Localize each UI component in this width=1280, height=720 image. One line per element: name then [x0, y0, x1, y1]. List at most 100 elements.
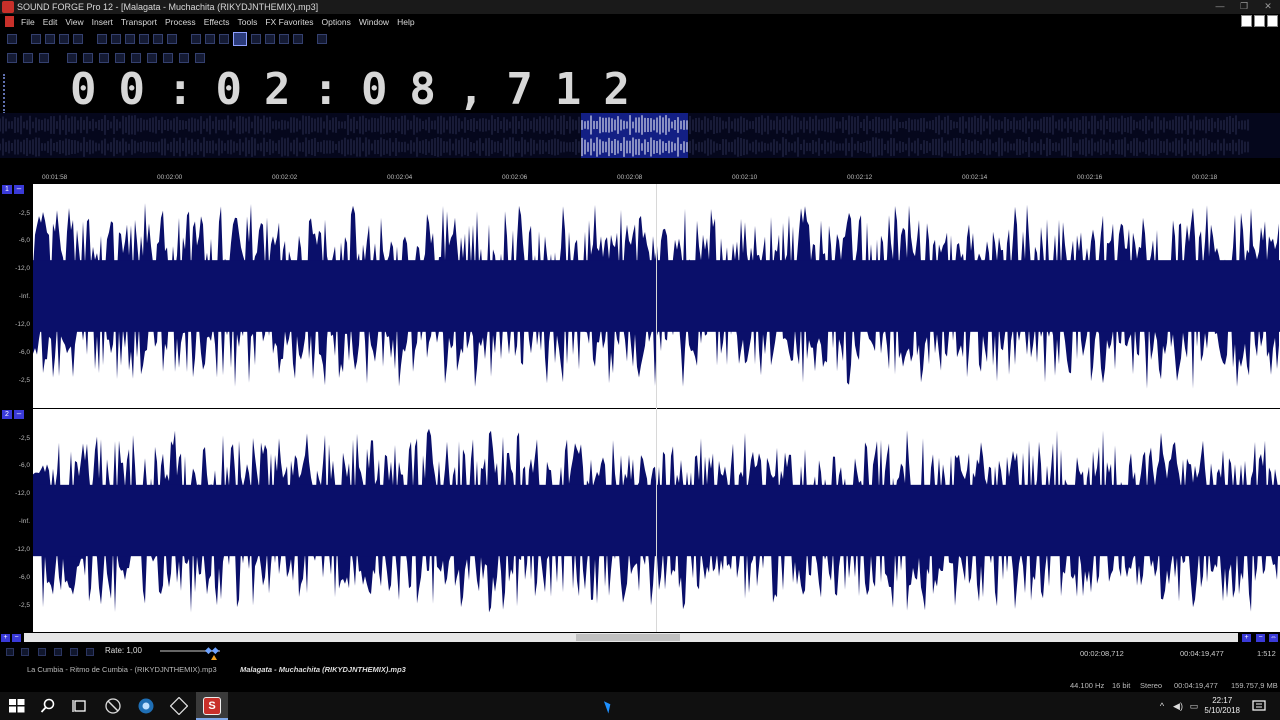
next-icon[interactable] [195, 53, 205, 63]
zoom-in-vertical-button[interactable]: + [1, 634, 10, 642]
envelope-tool-icon[interactable] [279, 34, 289, 44]
zoom-fit-button[interactable]: ⇔ [1269, 634, 1278, 642]
document-tab[interactable]: La Cumbia - Ritmo de Cumbia - (RIKYDJNTH… [27, 665, 217, 674]
loop-icon[interactable] [23, 53, 33, 63]
cut-icon[interactable] [97, 34, 107, 44]
maximize-button[interactable]: ❐ [1232, 0, 1256, 14]
new-file-icon[interactable] [7, 34, 17, 44]
minimize-button[interactable]: — [1208, 0, 1232, 14]
zoom-out-button[interactable]: − [1256, 634, 1265, 642]
menu-options[interactable]: Options [318, 17, 355, 27]
event-tool-icon[interactable] [293, 34, 303, 44]
search-icon[interactable] [39, 697, 57, 715]
menu-view[interactable]: View [61, 17, 87, 27]
copy-icon[interactable] [111, 34, 121, 44]
waveform-area[interactable]: 1 – -2,5 -6,0 -12,0 -Inf. -12,0 -6,0 -2,… [0, 184, 1280, 632]
go-to-end-icon[interactable] [179, 53, 189, 63]
sound-forge-app-icon[interactable] [2, 1, 14, 13]
record-icon[interactable] [6, 648, 14, 656]
db-label: -12,0 [15, 321, 30, 328]
browser-icon[interactable] [137, 697, 155, 715]
open-file-icon[interactable] [31, 34, 41, 44]
doc-minimize-button[interactable] [1241, 15, 1252, 27]
rate-slider-knob[interactable]: ◆◆ [205, 645, 219, 655]
go-to-start-icon[interactable] [38, 648, 46, 656]
stop-icon[interactable] [70, 648, 78, 656]
menu-fx-favorites[interactable]: FX Favorites [261, 17, 317, 27]
windows-start-icon[interactable] [8, 697, 26, 715]
play-icon[interactable] [83, 53, 93, 63]
menu-edit[interactable]: Edit [39, 17, 62, 27]
menu-window[interactable]: Window [355, 17, 393, 27]
doc-close-button[interactable] [1267, 15, 1278, 27]
sample-rate[interactable]: 44.100 Hz [1070, 681, 1104, 690]
save-as-icon[interactable] [59, 34, 69, 44]
tray-chevron-icon[interactable]: ^ [1157, 701, 1167, 711]
notifications-icon[interactable] [1250, 697, 1268, 715]
undo-icon[interactable] [191, 34, 201, 44]
db-label: -12,0 [15, 490, 30, 497]
save-all-icon[interactable] [73, 34, 83, 44]
doc-restore-button[interactable] [1254, 15, 1265, 27]
edit-tool-icon[interactable] [233, 32, 247, 46]
play-normal-icon[interactable] [86, 648, 94, 656]
rewind-icon[interactable] [39, 53, 49, 63]
magnify-tool-icon[interactable] [251, 34, 261, 44]
menu-help[interactable]: Help [393, 17, 418, 27]
mix-icon[interactable] [139, 34, 149, 44]
menu-insert[interactable]: Insert [88, 17, 117, 27]
network-icon[interactable]: ▭ [1189, 701, 1199, 711]
menu-transport[interactable]: Transport [117, 17, 161, 27]
redo-icon[interactable] [205, 34, 215, 44]
fast-forward-icon[interactable] [163, 53, 173, 63]
menu-process[interactable]: Process [161, 17, 200, 27]
settings-app-icon[interactable] [170, 697, 188, 715]
pause-icon[interactable] [99, 53, 109, 63]
rewind-transport-icon[interactable] [147, 53, 157, 63]
horizontal-scrollbar[interactable] [24, 633, 1238, 642]
channel-2-collapse-button[interactable]: – [14, 410, 24, 419]
time-display-grip[interactable] [3, 74, 7, 114]
go-to-start-icon[interactable] [131, 53, 141, 63]
play-icon[interactable] [54, 648, 62, 656]
snap-icon[interactable] [317, 34, 327, 44]
channel-mode[interactable]: Stereo [1140, 681, 1162, 690]
zoom-ratio[interactable]: 1:512 [1257, 649, 1276, 658]
stop-icon[interactable] [115, 53, 125, 63]
volume-icon[interactable]: ◀) [1173, 701, 1183, 711]
menu-tools[interactable]: Tools [234, 17, 262, 27]
scroll-thumb[interactable] [576, 634, 680, 641]
paste-icon[interactable] [125, 34, 135, 44]
record-icon[interactable] [7, 53, 17, 63]
zoom-in-button[interactable]: + [1242, 634, 1251, 642]
time-ruler[interactable]: 00:01:58 00:02:00 00:02:02 00:02:04 00:0… [0, 168, 1280, 183]
standard-toolbar [0, 30, 1280, 48]
menu-file[interactable]: File [17, 17, 39, 27]
channel-2-gutter: 2 – -2,5 -6,0 -12,0 -Inf. -12,0 -6,0 -2,… [0, 409, 33, 632]
sound-forge-taskbar-icon[interactable]: S [203, 697, 221, 715]
close-button[interactable]: ✕ [1256, 0, 1280, 14]
app-tool-icon[interactable] [104, 697, 122, 715]
document-menu-icon[interactable] [5, 16, 14, 27]
menu-effects[interactable]: Effects [200, 17, 234, 27]
bit-depth[interactable]: 16 bit [1112, 681, 1130, 690]
status-length: 00:04:19,477 [1174, 681, 1218, 690]
crop-icon[interactable] [167, 34, 177, 44]
db-label: -Inf. [18, 518, 30, 525]
play-all-icon[interactable] [67, 53, 77, 63]
document-tab-active[interactable]: Malagata - Muchachita (RIKYDJNTHEMIX).mp… [240, 665, 406, 674]
channel-1-collapse-button[interactable]: – [14, 185, 24, 194]
time-display: 00:02:08,712 [70, 64, 652, 115]
loop-icon[interactable] [21, 648, 29, 656]
cursor-position[interactable]: 00:02:08,712 [1080, 649, 1124, 658]
repeat-icon[interactable] [219, 34, 229, 44]
taskbar-clock[interactable]: 22:17 5/10/2018 [1204, 696, 1240, 716]
zoom-out-vertical-button[interactable]: − [12, 634, 21, 642]
channel-2-button[interactable]: 2 [2, 410, 12, 419]
task-view-icon[interactable] [71, 697, 89, 715]
save-icon[interactable] [45, 34, 55, 44]
pencil-tool-icon[interactable] [265, 34, 275, 44]
channel-1-button[interactable]: 1 [2, 185, 12, 194]
trim-icon[interactable] [153, 34, 163, 44]
overview-bar[interactable] [0, 113, 1280, 158]
